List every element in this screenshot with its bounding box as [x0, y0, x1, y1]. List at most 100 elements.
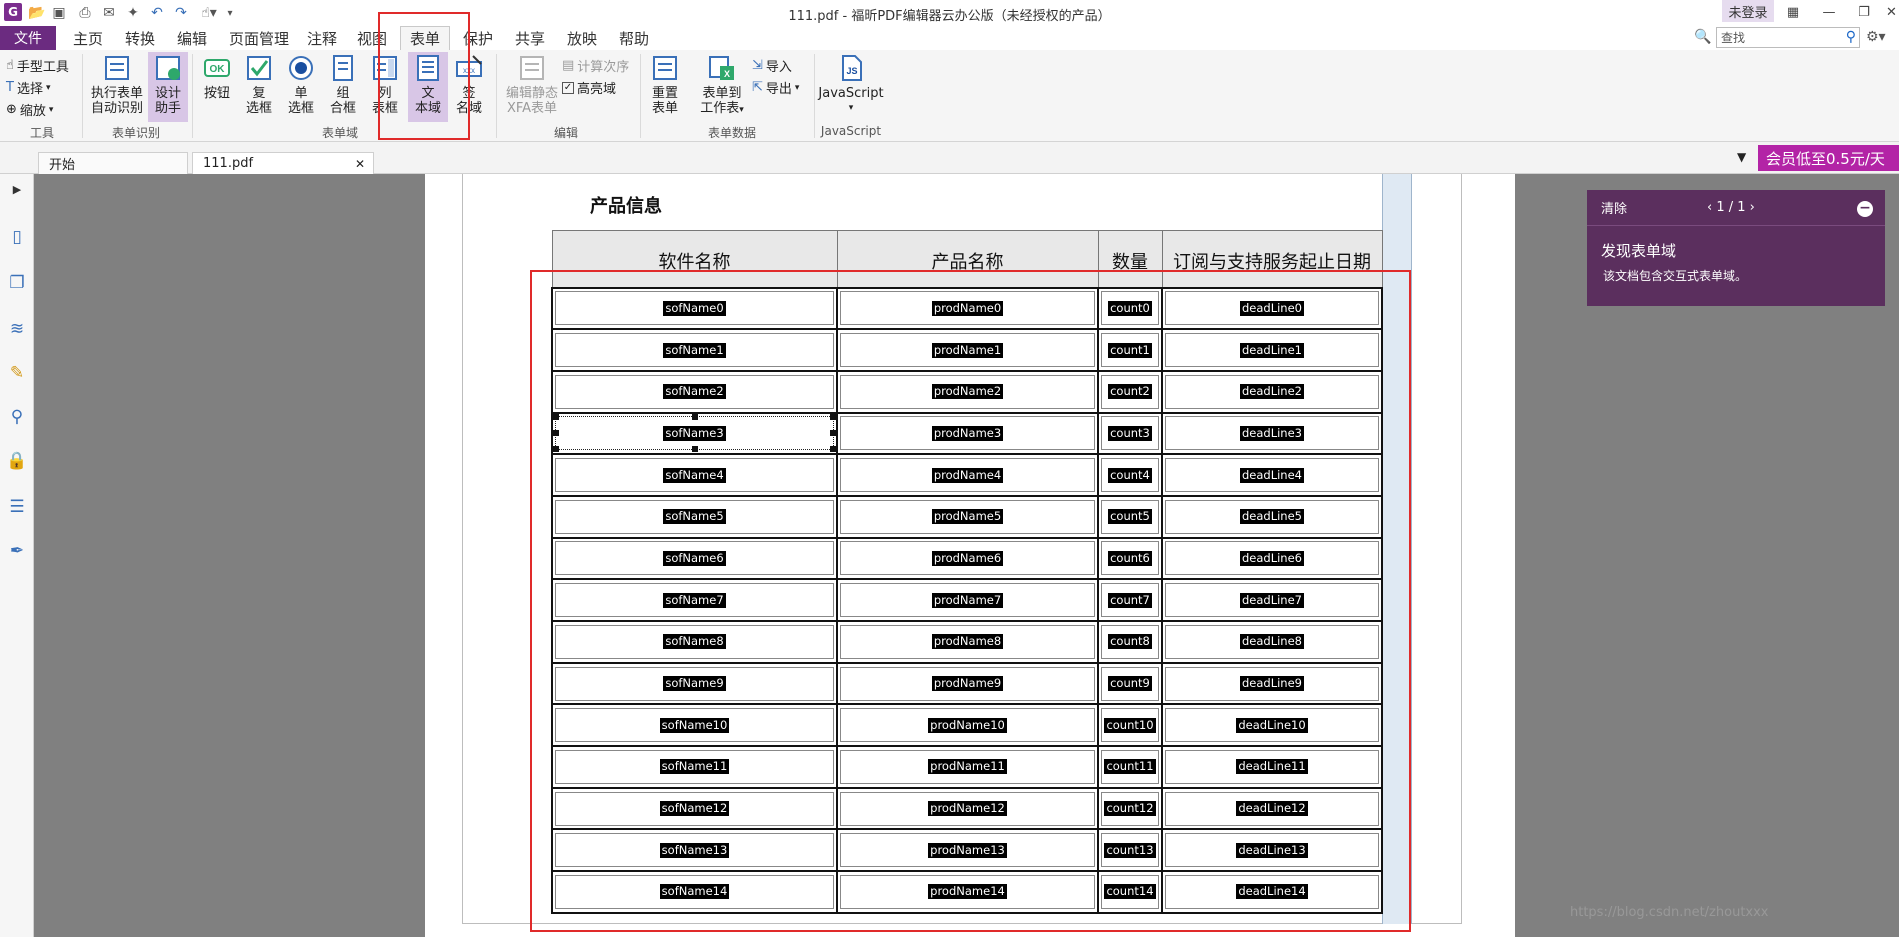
design-assistant-label-1: 设计: [154, 86, 181, 101]
combo-label-1: 组: [336, 86, 350, 101]
tab-edit[interactable]: 编辑: [172, 26, 212, 50]
group-label-recognize: 表单识别: [111, 126, 160, 140]
left-sidebar: ▶ ▯ ❐ ≋ ✎ ⚲ 🔒 ☰ ✒: [0, 174, 34, 937]
tab-convert[interactable]: 转换: [120, 26, 160, 50]
tab-start-label: 开始: [49, 158, 76, 173]
tab-page-manage[interactable]: 页面管理: [224, 26, 294, 50]
design-assistant-icon: [154, 54, 182, 82]
panel-page-number: 1 / 1: [1716, 200, 1746, 215]
panel-description: 该文档包含交互式表单域。: [1603, 269, 1748, 283]
form-to-sheet-label-2-wrap: 工作表▾: [700, 101, 744, 116]
layout-icon[interactable]: ▦: [1782, 2, 1804, 22]
reset-form-label-1: 重置: [651, 86, 678, 101]
tab-file[interactable]: 111.pdf ✕: [192, 152, 374, 174]
tab-home[interactable]: 主页: [68, 26, 108, 50]
combo-field-button[interactable]: 组 合框: [324, 54, 362, 116]
design-assistant-button[interactable]: 设计 助手: [148, 52, 188, 122]
tab-file-label: 111.pdf: [203, 156, 254, 171]
group-label-fields: 表单域: [321, 126, 358, 140]
select-tool-button[interactable]: T 选择 ▾: [6, 78, 51, 97]
combo-label-2: 合框: [329, 101, 356, 116]
attachment-icon[interactable]: ⚲: [6, 406, 28, 428]
signature-panel-icon[interactable]: ✒: [6, 540, 28, 562]
reset-form-button[interactable]: 重置 表单: [646, 54, 684, 116]
page-thumbnail-icon[interactable]: ▯: [6, 226, 28, 248]
hand-icon: ☝: [6, 58, 14, 73]
chevron-left-icon[interactable]: ‹: [1707, 200, 1712, 215]
auto-recognize-label-1: 执行表单: [90, 86, 143, 101]
gear-icon[interactable]: ⚙▾: [1866, 29, 1886, 45]
group-label-tools: 工具: [29, 126, 54, 140]
export-button[interactable]: ⇱ 导出 ▾: [752, 78, 799, 97]
pages-icon[interactable]: ❐: [6, 272, 28, 294]
edit-xfa-label-1: 编辑静态: [505, 86, 558, 101]
chevron-right-icon[interactable]: ›: [1750, 200, 1755, 215]
find-folder-icon[interactable]: 🔍: [1694, 29, 1711, 45]
title-bar: G 📂 ▣ ⎙ ✉ ✦ ↶ ↷ ☝▾ ▾ 111.pdf - 福昕PDF编辑器云…: [0, 0, 1899, 26]
checkbox-checked-icon: ✓: [562, 81, 574, 94]
form-to-sheet-button[interactable]: X 表单到 工作表▾: [694, 54, 750, 118]
close-tab-icon[interactable]: ✕: [355, 157, 365, 171]
button-field-button[interactable]: OK 按钮: [198, 54, 236, 101]
zoom-tool-button[interactable]: ⊕ 缩放 ▾: [6, 100, 53, 119]
auto-recognize-button[interactable]: 执行表单 自动识别: [88, 54, 146, 116]
chevron-down-icon: ▾: [848, 103, 854, 113]
lock-icon[interactable]: 🔒: [6, 450, 28, 472]
section-title: 产品信息: [590, 196, 662, 217]
form-fields-icon[interactable]: ☰: [6, 496, 28, 518]
collapse-icon[interactable]: −: [1857, 201, 1873, 217]
comments-icon[interactable]: ✎: [6, 362, 28, 384]
tab-comment[interactable]: 注释: [304, 26, 340, 50]
svg-text:JS: JS: [846, 66, 857, 76]
edit-xfa-label-2: XFA表单: [506, 101, 558, 116]
chevron-down-icon[interactable]: ▼: [1737, 150, 1746, 164]
search-placeholder: 查找: [1721, 31, 1746, 45]
radio-field-button[interactable]: 单 选框: [282, 54, 320, 116]
tab-help[interactable]: 帮助: [614, 26, 654, 50]
text-select-icon: T: [6, 80, 14, 95]
select-tool-label: 选择: [16, 82, 43, 97]
xfa-form-icon: [518, 54, 546, 82]
tab-start[interactable]: 开始: [38, 152, 188, 174]
tab-share[interactable]: 共享: [510, 26, 550, 50]
import-button[interactable]: ⇲ 导入: [752, 56, 792, 75]
promo-banner[interactable]: 会员低至0.5元/天: [1758, 145, 1899, 171]
search-icon[interactable]: ⚲: [1846, 29, 1856, 45]
layers-icon[interactable]: ≋: [6, 318, 28, 340]
highlight-fields-toggle[interactable]: ✓ 高亮域: [562, 78, 616, 97]
checkbox-field-button[interactable]: 复 选框: [240, 54, 278, 116]
panel-header: 清除 ‹ 1 / 1 › −: [1587, 190, 1885, 226]
divider: [640, 54, 641, 138]
hand-tool-button[interactable]: ☝ 手型工具: [6, 56, 69, 75]
export-icon: ⇱: [752, 80, 763, 95]
watermark: https://blog.csdn.net/zhoutxxx: [1570, 905, 1769, 920]
close-icon[interactable]: ✕: [1884, 2, 1899, 22]
form-fields-highlight-box: [530, 270, 1411, 932]
calc-order-button[interactable]: ▤ 计算次序: [562, 56, 629, 75]
divider: [814, 54, 815, 138]
tab-slideshow[interactable]: 放映: [562, 26, 602, 50]
login-button[interactable]: 未登录: [1722, 0, 1774, 22]
minimize-icon[interactable]: —: [1818, 2, 1840, 22]
spreadsheet-icon: X: [708, 54, 736, 82]
edit-xfa-button[interactable]: 编辑静态 XFA表单: [502, 54, 562, 116]
import-label: 导入: [765, 60, 792, 75]
group-label-data: 表单数据: [707, 126, 756, 140]
javascript-button[interactable]: JS JavaScript ▾: [818, 54, 884, 116]
menu-bar: 文件 主页 转换 编辑 页面管理 注释 视图 表单 保护 共享 放映 帮助 🔍 …: [0, 26, 1899, 50]
javascript-icon: JS: [837, 54, 865, 82]
expand-arrow-icon[interactable]: ▶: [6, 178, 28, 200]
calc-order-icon: ▤: [562, 58, 575, 73]
search-input[interactable]: 查找 ⚲: [1716, 27, 1860, 48]
group-label-javascript: JavaScript: [820, 124, 882, 138]
restore-icon[interactable]: ❐: [1853, 2, 1875, 22]
svg-text:OK: OK: [210, 64, 226, 75]
radio-label-2: 选框: [287, 101, 314, 116]
radio-label-1: 单: [294, 86, 308, 101]
calc-order-label: 计算次序: [577, 60, 630, 75]
hand-tool-label: 手型工具: [16, 60, 69, 75]
radio-icon: [287, 54, 315, 82]
clear-button[interactable]: 清除: [1601, 198, 1627, 217]
file-menu[interactable]: 文件: [0, 26, 56, 50]
reset-form-icon: [651, 54, 679, 82]
